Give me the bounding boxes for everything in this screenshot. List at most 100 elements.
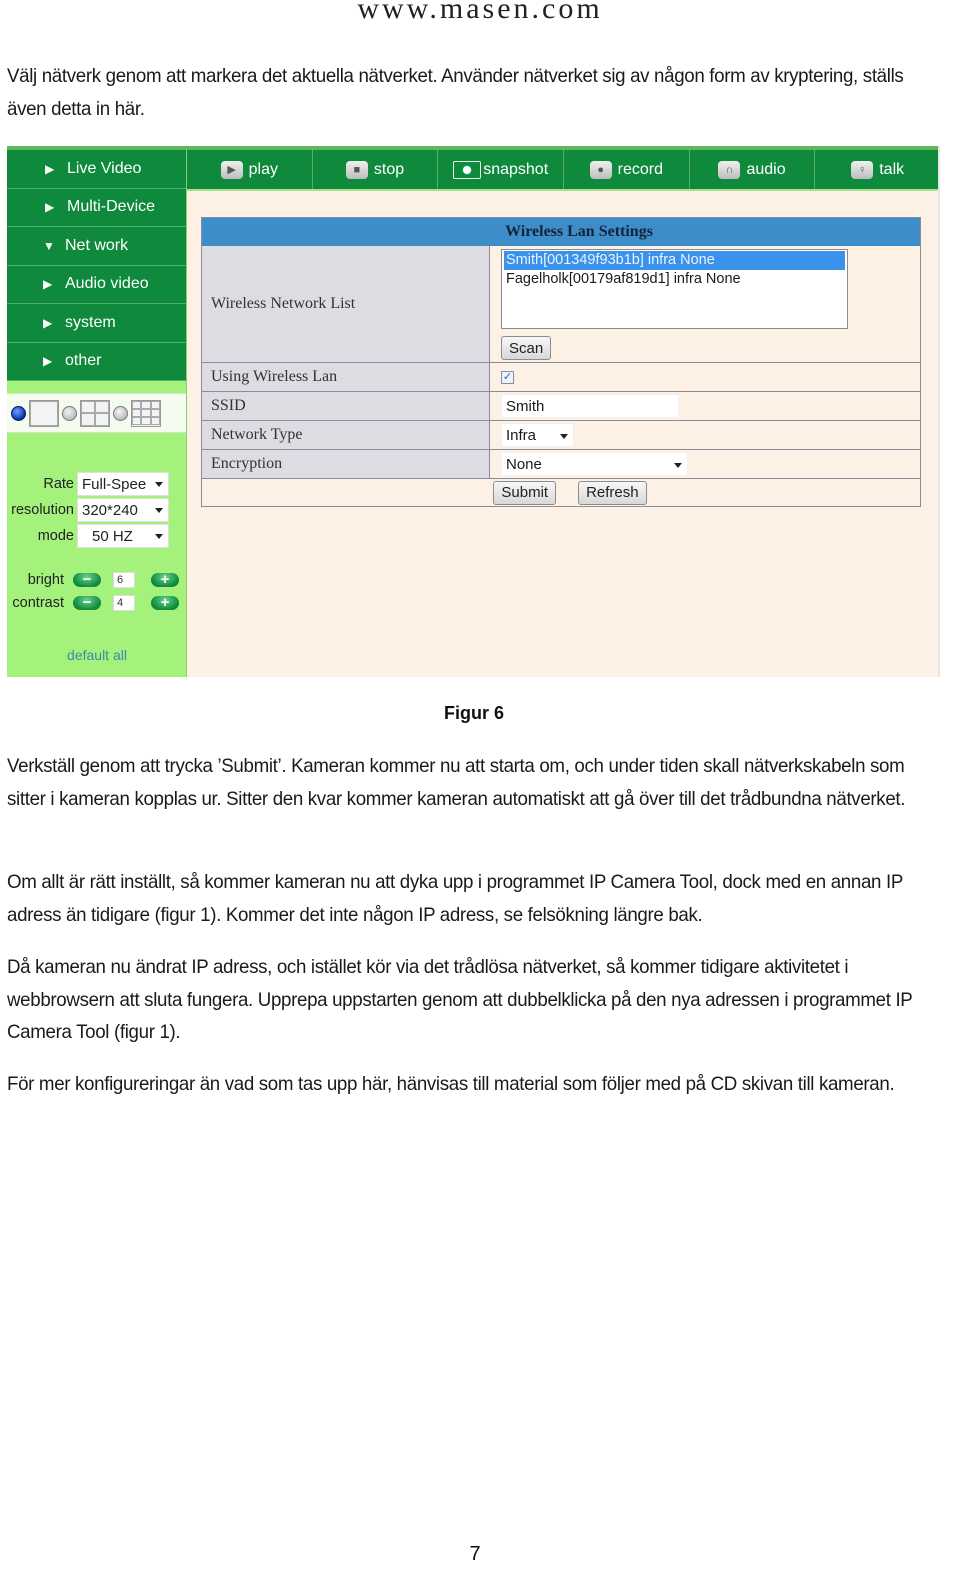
audio-button[interactable]: ∩ audio	[690, 150, 816, 189]
chevron-down-icon	[674, 463, 682, 468]
figure-caption-text: Figur 6	[443, 703, 504, 723]
encryption-label: Encryption	[202, 450, 490, 478]
sidebar-item-system[interactable]: ▶ system	[7, 304, 186, 343]
triangle-down-icon: ▼	[43, 238, 55, 253]
play-icon: ▶	[220, 160, 243, 179]
snapshot-button[interactable]: snapshot	[438, 150, 565, 189]
chevron-down-icon	[560, 434, 568, 439]
bright-increase-button[interactable]: +	[151, 572, 179, 587]
contrast-label: contrast	[12, 595, 64, 611]
mode-label: mode	[37, 528, 74, 544]
chevron-down-icon	[155, 482, 163, 487]
sidebar-item-multi-device[interactable]: ▶ Multi-Device	[7, 188, 186, 227]
ssid-row: SSID Smith	[202, 391, 920, 420]
contrast-increase-button[interactable]: +	[151, 595, 179, 610]
sidebar-item-other[interactable]: ▶ other	[7, 342, 186, 381]
sidebar-item-label: Audio video	[65, 275, 149, 293]
headphones-icon: ∩	[718, 160, 741, 179]
view-layout-selector	[7, 393, 186, 433]
resolution-label: resolution	[11, 502, 74, 518]
bright-control: bright − 6 +	[7, 572, 179, 588]
wireless-settings-panel: Wireless Lan Settings Wireless Network L…	[201, 217, 921, 507]
mode-value: 50 HZ	[92, 527, 133, 545]
triangle-right-icon: ▶	[45, 200, 55, 215]
stop-button[interactable]: ■ stop	[313, 150, 439, 189]
intro-paragraph: Välj nätverk genom att markera det aktue…	[7, 65, 904, 120]
network-type-select[interactable]: Infra	[501, 423, 574, 447]
layout-radio-9-view[interactable]	[113, 405, 128, 421]
default-all-link[interactable]: default all	[7, 647, 187, 663]
camera-toolbar: ▶ play ■ stop snapshot ● record ∩ audio …	[187, 150, 938, 191]
chevron-down-icon	[155, 534, 163, 539]
video-camera-icon: ●	[589, 160, 612, 179]
stop-label: stop	[373, 160, 405, 178]
sidebar-item-label: Multi-Device	[67, 198, 156, 216]
figure-caption: Figur 6	[0, 703, 960, 724]
network-listbox[interactable]: Smith[001349f93b1b] infra None Fagelholk…	[501, 249, 848, 329]
triangle-right-icon: ▶	[45, 161, 55, 176]
sidebar-item-network[interactable]: ▼ Net work	[7, 227, 186, 266]
site-header: www.masen.com	[357, 0, 603, 25]
mode-select[interactable]: 50 HZ	[77, 524, 169, 548]
nine-view-icon	[131, 399, 161, 427]
panel-title: Wireless Lan Settings	[202, 218, 920, 246]
camera-icon	[453, 160, 482, 179]
chevron-down-icon	[155, 508, 163, 513]
scan-button[interactable]: Scan	[501, 336, 552, 360]
sidebar-item-audio-video[interactable]: ▶ Audio video	[7, 265, 186, 304]
resolution-value: 320*240	[82, 501, 138, 519]
talk-button[interactable]: ♀ talk	[815, 150, 938, 189]
ssid-input[interactable]: Smith	[501, 394, 679, 418]
sidebar-divider	[7, 381, 186, 393]
triangle-right-icon: ▶	[43, 277, 53, 292]
network-option[interactable]: Fagelholk[00179af819d1] infra None	[504, 270, 845, 289]
layout-radio-1-view[interactable]	[11, 405, 26, 421]
network-type-value: Infra	[506, 426, 537, 444]
rate-select[interactable]: Full-Spee	[77, 472, 169, 496]
network-list-label: Wireless Network List	[202, 246, 490, 362]
using-wireless-checkbox[interactable]: ✓	[501, 370, 514, 384]
body-paragraph: För mer konfigureringar än vad som tas u…	[7, 1073, 895, 1095]
rate-control: Rate Full-Spee	[7, 472, 169, 496]
sidebar: ▶ Live Video ▶ Multi-Device ▼ Net work ▶…	[7, 150, 187, 677]
rate-label: Rate	[43, 476, 74, 492]
camera-web-ui-screenshot: ▶ Live Video ▶ Multi-Device ▼ Net work ▶…	[7, 146, 940, 677]
sidebar-item-label: system	[65, 313, 116, 331]
single-view-icon	[29, 399, 59, 427]
encryption-select[interactable]: None	[501, 452, 688, 476]
network-option-selected[interactable]: Smith[001349f93b1b] infra None	[504, 251, 845, 270]
bright-label: bright	[27, 572, 64, 588]
contrast-decrease-button[interactable]: −	[73, 595, 101, 610]
contrast-value[interactable]: 4	[113, 595, 135, 611]
ssid-label: SSID	[202, 392, 490, 420]
triangle-right-icon: ▶	[43, 354, 53, 369]
sidebar-item-label: Net work	[65, 236, 129, 254]
encryption-value: None	[506, 455, 542, 473]
bright-value[interactable]: 6	[113, 572, 135, 588]
sidebar-item-live-video[interactable]: ▶ Live Video	[7, 150, 186, 189]
microphone-icon: ♀	[851, 160, 874, 179]
using-wireless-row: Using Wireless Lan ✓	[202, 362, 920, 391]
encryption-row: Encryption None	[202, 449, 920, 478]
stop-icon: ■	[345, 160, 368, 179]
sidebar-item-label: other	[65, 352, 102, 370]
record-label: record	[617, 160, 664, 178]
mode-control: mode 50 HZ	[7, 524, 169, 548]
sidebar-item-label: Live Video	[67, 159, 142, 177]
layout-radio-4-view[interactable]	[62, 405, 77, 421]
bright-decrease-button[interactable]: −	[73, 572, 101, 587]
play-button[interactable]: ▶ play	[187, 150, 313, 189]
form-buttons-row: Submit Refresh	[202, 478, 920, 506]
triangle-right-icon: ▶	[43, 315, 53, 330]
body-paragraph: Då kameran nu ändrat IP adress, och istä…	[7, 956, 913, 1043]
play-label: play	[248, 160, 279, 178]
contrast-control: contrast − 4 +	[7, 595, 179, 611]
record-button[interactable]: ● record	[564, 150, 690, 189]
network-type-label: Network Type	[202, 421, 490, 449]
resolution-control: resolution 320*240	[7, 498, 169, 522]
refresh-button[interactable]: Refresh	[578, 480, 647, 505]
resolution-select[interactable]: 320*240	[77, 498, 169, 522]
rate-value: Full-Spee	[82, 475, 147, 493]
submit-button[interactable]: Submit	[493, 480, 557, 505]
page-number: 7	[469, 1543, 481, 1565]
